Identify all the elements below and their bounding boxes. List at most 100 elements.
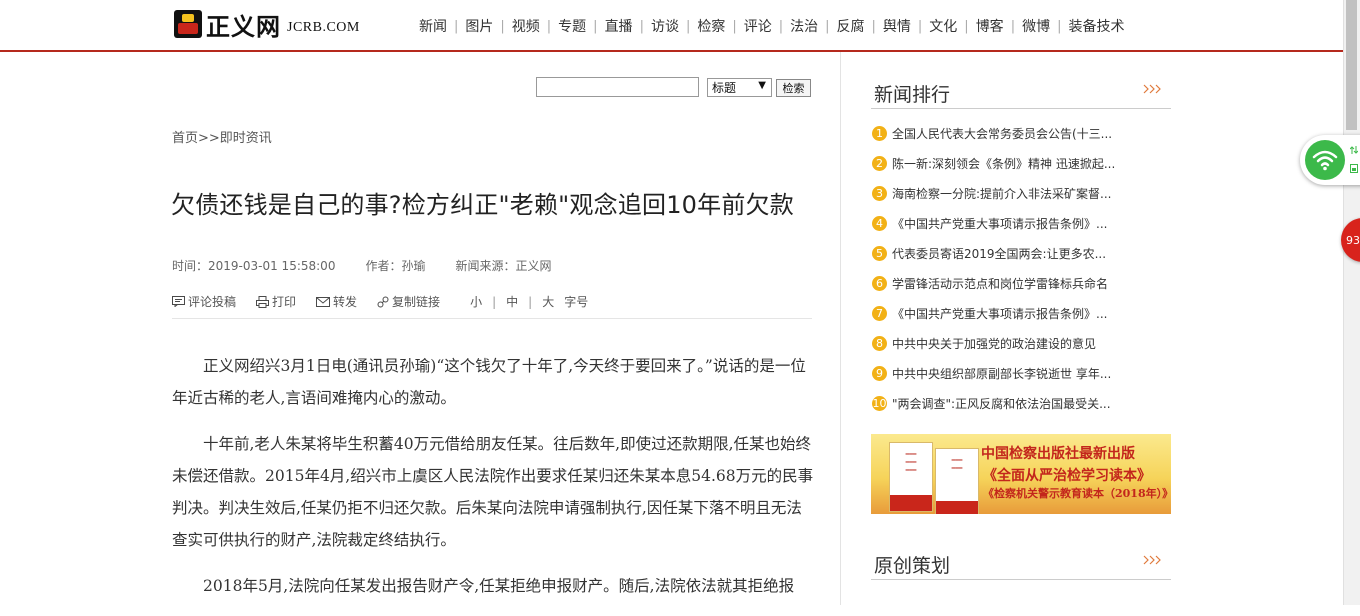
- ranking-link[interactable]: 《中国共产党重大事项请示报告条例》...: [892, 215, 1107, 232]
- rank-number-badge: 5: [872, 245, 887, 261]
- article-body: 正义网绍兴3月1日电(通讯员孙瑜)“这个钱欠了十年了,今天终于要回来了。”说话的…: [172, 350, 814, 616]
- ranking-item[interactable]: 8 中共中央关于加强党的政治建设的意见: [872, 328, 1172, 358]
- wifi-widget[interactable]: [1300, 135, 1360, 185]
- column-divider: [840, 52, 841, 605]
- article-paragraph: 正义网绍兴3月1日电(通讯员孙瑜)“这个钱欠了十年了,今天终于要回来了。”说话的…: [172, 357, 806, 407]
- forward-label: 转发: [333, 295, 358, 309]
- ranking-header: 新闻排行: [871, 76, 1171, 109]
- more-arrows-icon[interactable]: [1143, 84, 1163, 94]
- book-cover-image: ━━━ ━━━: [935, 448, 979, 514]
- separator: |: [528, 294, 533, 309]
- site-header: 正义网 JCRB.COM 新闻 | 图片 | 视频 | 专题 | 直播 | 访谈 | 检察 | 评论 | 法治 |…: [0, 0, 1343, 52]
- copy-link-button[interactable]: 复制链接: [377, 293, 440, 310]
- nav-item[interactable]: 直播: [598, 16, 640, 36]
- nav-item[interactable]: 文化: [922, 16, 964, 36]
- comment-icon: [172, 296, 185, 307]
- article-time: 时间：2019-03-01 15:58:00: [172, 259, 336, 273]
- rank-number-badge: 8: [872, 335, 887, 351]
- rank-number-badge: 7: [872, 305, 887, 321]
- ranking-item[interactable]: 4 《中国共产党重大事项请示报告条例》...: [872, 208, 1172, 238]
- font-size-switcher: 小 | 中 | 大 字号: [470, 293, 588, 310]
- rank-number-badge: 6: [872, 275, 887, 291]
- more-arrows-icon[interactable]: [1143, 555, 1163, 565]
- nav-item[interactable]: 图片: [458, 16, 500, 36]
- ranking-link[interactable]: 全国人民代表大会常务委员会公告(十三...: [892, 125, 1112, 142]
- mail-icon: [316, 296, 331, 307]
- logo-mark-icon: [174, 10, 202, 38]
- ranking-link[interactable]: 中共中央关于加强党的政治建设的意见: [892, 335, 1096, 352]
- book-cover-image: ━━━ ━━━ ━━━: [889, 442, 933, 512]
- rank-number-badge: 1: [872, 125, 887, 141]
- banner-book-title: 《检察机关警示教育读本（2018年）》: [983, 487, 1171, 500]
- ranking-item[interactable]: 7 《中国共产党重大事项请示报告条例》...: [872, 298, 1172, 328]
- battery-icon: [1350, 164, 1358, 173]
- rank-number-badge: 4: [872, 215, 887, 231]
- article-paragraph: 2018年5月,法院向任某发出报告财产令,任某拒绝申报财产。随后,法院依法就其拒…: [203, 577, 795, 595]
- forward-button[interactable]: 转发: [316, 293, 357, 310]
- copy-link-label: 复制链接: [392, 295, 441, 309]
- ranking-item[interactable]: 3 海南检察一分院:提前介入非法采矿案督...: [872, 178, 1172, 208]
- ranking-item[interactable]: 10 "两会调查":正风反腐和依法治国最受关...: [872, 388, 1172, 418]
- font-small-button[interactable]: 小: [470, 293, 482, 310]
- ranking-link[interactable]: 《中国共产党重大事项请示报告条例》...: [892, 305, 1107, 322]
- logo-domain: JCRB.COM: [287, 20, 360, 35]
- dropdown-arrow-icon: ▼: [758, 80, 766, 91]
- print-button[interactable]: 打印: [256, 293, 296, 310]
- ranking-title: 新闻排行: [874, 84, 951, 106]
- ranking-link[interactable]: "两会调查":正风反腐和依法治国最受关...: [892, 395, 1111, 412]
- font-large-button[interactable]: 大: [542, 293, 554, 310]
- breadcrumb[interactable]: 首页>>即时资讯: [172, 127, 272, 146]
- search-input[interactable]: [536, 77, 699, 97]
- wifi-icon: [1305, 140, 1345, 180]
- ranking-item[interactable]: 5 代表委员寄语2019全国两会:让更多农...: [872, 238, 1172, 268]
- nav-item[interactable]: 视频: [505, 16, 547, 36]
- search-field-select[interactable]: 标题 ▼: [707, 78, 772, 97]
- font-size-label: 字号: [564, 295, 589, 309]
- ranking-link[interactable]: 中共中央组织部原副部长李锐逝世 享年...: [892, 365, 1111, 382]
- ranking-link[interactable]: 代表委员寄语2019全国两会:让更多农...: [892, 245, 1106, 262]
- rank-number-badge: 9: [872, 365, 887, 381]
- scrollbar-thumb[interactable]: [1346, 0, 1357, 130]
- font-medium-button[interactable]: 中: [506, 293, 518, 310]
- original-title: 原创策划: [874, 555, 951, 577]
- divider: [172, 318, 812, 319]
- article-source: 新闻来源：正义网: [455, 259, 552, 273]
- nav-item[interactable]: 舆情: [876, 16, 918, 36]
- ranking-list: 1 全国人民代表大会常务委员会公告(十三... 2 陈一新:深刻领会《条例》精神 迅速…: [872, 118, 1172, 418]
- article-author: 作者：孙瑜: [365, 259, 426, 273]
- ranking-item[interactable]: 9 中共中央组织部原副部长李锐逝世 享年...: [872, 358, 1172, 388]
- nav-item[interactable]: 访谈: [644, 16, 686, 36]
- search-button[interactable]: 检索: [776, 79, 811, 97]
- nav-item[interactable]: 反腐: [830, 16, 872, 36]
- rank-number-badge: 2: [872, 155, 887, 171]
- ranking-link[interactable]: 学雷锋活动示范点和岗位学雷锋标兵命名: [892, 275, 1108, 292]
- ranking-link[interactable]: 海南检察一分院:提前介入非法采矿案督...: [892, 185, 1112, 202]
- logo-text: 正义网: [206, 11, 281, 41]
- article-toolbar: 评论投稿 打印 转发 复制链接 小 | 中 | 大 字号: [172, 293, 588, 310]
- nav-item[interactable]: 评论: [737, 16, 779, 36]
- ranking-link[interactable]: 陈一新:深刻领会《条例》精神 迅速掀起...: [892, 155, 1115, 172]
- article-paragraph: 十年前,老人朱某将毕生积蓄40万元借给朋友任某。往后数年,即使过还款期限,任某也…: [172, 435, 814, 549]
- original-header: 原创策划: [871, 547, 1171, 580]
- ranking-item[interactable]: 1 全国人民代表大会常务委员会公告(十三...: [872, 118, 1172, 148]
- ranking-item[interactable]: 6 学雷锋活动示范点和岗位学雷锋标兵命名: [872, 268, 1172, 298]
- print-icon: [256, 295, 270, 308]
- ranking-item[interactable]: 2 陈一新:深刻领会《条例》精神 迅速掀起...: [872, 148, 1172, 178]
- nav-item[interactable]: 新闻: [412, 16, 454, 36]
- nav-item[interactable]: 装备技术: [1061, 16, 1131, 36]
- banner-book-title: 《全面从严治检学习读本》: [983, 468, 1151, 484]
- print-label: 打印: [272, 295, 297, 309]
- rank-number-badge: 3: [872, 185, 887, 201]
- promo-banner[interactable]: ━━━ ━━━ ━━━ ━━━ ━━━ 中国检察出版社最新出版 《全面从严治检学习读本…: [871, 434, 1171, 514]
- comment-label: 评论投稿: [188, 295, 237, 309]
- comment-button[interactable]: 评论投稿: [172, 293, 236, 310]
- nav-item[interactable]: 微博: [1015, 16, 1057, 36]
- nav-item[interactable]: 法治: [783, 16, 825, 36]
- nav-item[interactable]: 博客: [969, 16, 1011, 36]
- banner-headline: 中国检察出版社最新出版: [981, 446, 1135, 462]
- nav-item[interactable]: 专题: [551, 16, 593, 36]
- site-logo[interactable]: 正义网 JCRB.COM: [174, 9, 360, 41]
- signal-icon: [1350, 146, 1358, 154]
- rank-number-badge: 10: [872, 395, 887, 411]
- nav-item[interactable]: 检察: [690, 16, 732, 36]
